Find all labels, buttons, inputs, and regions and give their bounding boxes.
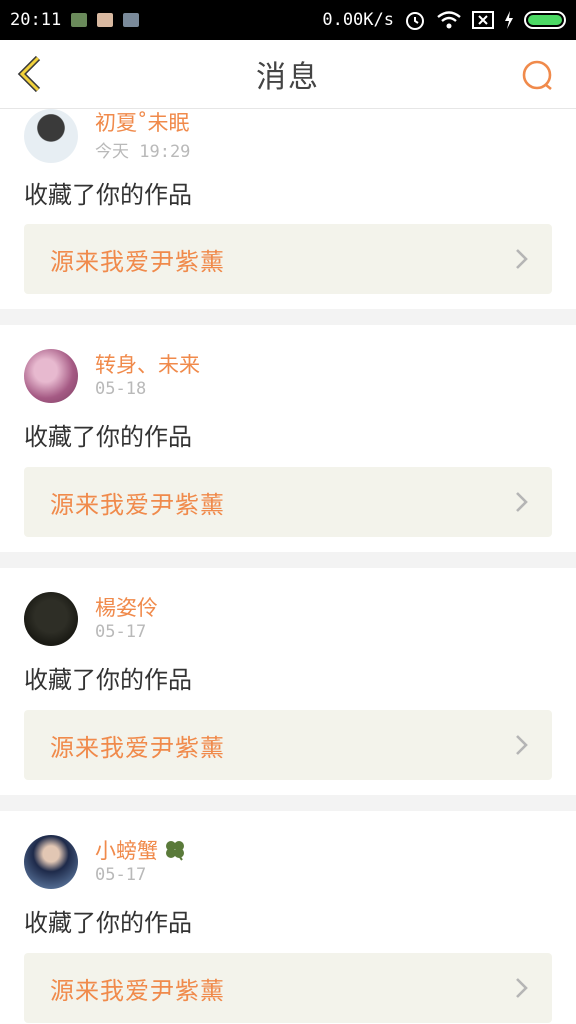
action-text: 收藏了你的作品 — [24, 666, 192, 694]
action-text: 收藏了你的作品 — [24, 181, 192, 209]
timestamp: 05-18 — [95, 379, 147, 399]
work-title: 源来我爱尹紫薰 — [50, 977, 225, 1005]
timestamp: 05-17 — [95, 622, 147, 642]
message-card: 转身、未来 05-18 收藏了你的作品 源来我爱尹紫薰 — [0, 325, 576, 552]
message-list: 初夏˚未眠 今天 19:29 收藏了你的作品 源来我爱尹紫薰 转身、未来 05-… — [0, 109, 576, 1024]
wifi-icon — [437, 11, 461, 29]
alarm-icon — [406, 12, 424, 30]
timestamp: 今天 19:29 — [95, 142, 191, 162]
app-notification-icon — [123, 13, 140, 27]
username[interactable]: 转身、未来 — [95, 349, 200, 379]
network-speed: 0.00K/s — [322, 10, 394, 30]
work-link[interactable]: 源来我爱尹紫薰 — [24, 953, 552, 1023]
avatar[interactable] — [24, 592, 78, 646]
message-card: 初夏˚未眠 今天 19:29 收藏了你的作品 源来我爱尹紫薰 — [0, 109, 576, 309]
app-notification-icon — [71, 13, 88, 27]
chevron-right-icon — [516, 492, 528, 512]
back-chevron-icon[interactable] — [14, 54, 54, 94]
avatar[interactable] — [24, 109, 78, 163]
battery-icon — [524, 11, 566, 29]
username[interactable]: 楊姿伶 — [95, 592, 158, 622]
chevron-right-icon — [516, 249, 528, 269]
timestamp: 05-17 — [95, 865, 147, 885]
username[interactable]: 小螃蟹 — [95, 835, 188, 865]
work-link[interactable]: 源来我爱尹紫薰 — [24, 224, 552, 294]
clover-icon — [166, 841, 184, 861]
status-bar: 20:11 0.00K/s — [0, 0, 576, 40]
work-link[interactable]: 源来我爱尹紫薰 — [24, 710, 552, 780]
work-title: 源来我爱尹紫薰 — [50, 491, 225, 519]
sim-icon — [472, 11, 494, 29]
chevron-right-icon — [516, 735, 528, 755]
work-link[interactable]: 源来我爱尹紫薰 — [24, 467, 552, 537]
page-title: 消息 — [256, 60, 320, 95]
app-notification-icon — [97, 13, 114, 27]
avatar[interactable] — [24, 349, 78, 403]
status-time: 20:11 — [10, 10, 62, 30]
charging-icon — [505, 11, 513, 29]
work-title: 源来我爱尹紫薰 — [50, 248, 225, 276]
username[interactable]: 初夏˚未眠 — [95, 109, 190, 137]
work-title: 源来我爱尹紫薰 — [50, 734, 225, 762]
app-header: 消息 — [0, 40, 576, 109]
chevron-right-icon — [516, 978, 528, 998]
search-icon[interactable] — [518, 56, 558, 96]
message-card: 小螃蟹 05-17 收藏了你的作品 源来我爱尹紫薰 — [0, 811, 576, 1024]
message-card: 楊姿伶 05-17 收藏了你的作品 源来我爱尹紫薰 — [0, 568, 576, 795]
avatar[interactable] — [24, 835, 78, 889]
action-text: 收藏了你的作品 — [24, 423, 192, 451]
action-text: 收藏了你的作品 — [24, 909, 192, 937]
